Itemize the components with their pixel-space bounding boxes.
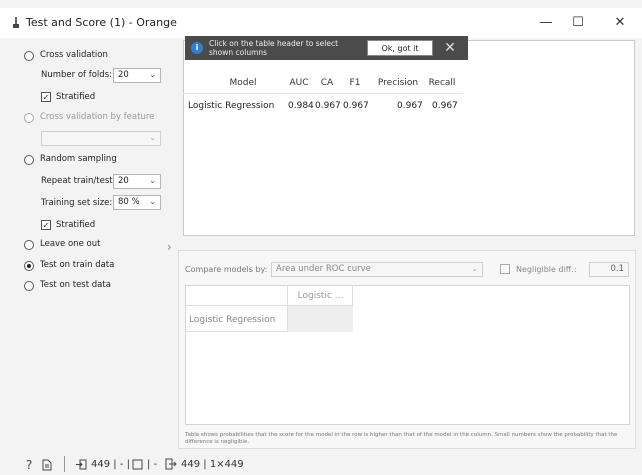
header-divider <box>183 93 463 94</box>
close-icon[interactable]: ✕ <box>441 39 459 57</box>
chevron-down-icon: ⌄ <box>149 176 156 185</box>
header-ca[interactable]: CA <box>314 78 340 88</box>
repeat-train-test-combo[interactable]: 20 ⌄ <box>113 174 161 189</box>
ok-got-it-button[interactable]: Ok, got it <box>367 40 433 56</box>
panel-splitter-handle[interactable]: › <box>167 240 172 254</box>
leave-one-out-label: Leave one out <box>40 239 101 249</box>
chevron-down-icon: ⌄ <box>149 133 156 142</box>
compare-models-value: Area under ROC curve <box>276 264 371 274</box>
stratified-label-2: Stratified <box>56 220 96 230</box>
header-model[interactable]: Model <box>203 78 283 88</box>
status-divider <box>64 456 65 472</box>
comparison-cell[interactable] <box>288 306 353 332</box>
results-table <box>183 40 635 236</box>
image-icon <box>132 459 143 470</box>
cross-validation-label: Cross validation <box>40 50 108 60</box>
output-icon <box>165 458 177 470</box>
minimize-button[interactable]: — <box>531 12 561 34</box>
random-sampling-label: Random sampling <box>40 154 117 164</box>
header-precision[interactable]: Precision <box>373 78 423 88</box>
notification-banner: i Click on the table header to select sh… <box>185 36 468 60</box>
info-icon: i <box>191 42 203 54</box>
test-on-train-data-label: Test on train data <box>40 260 115 270</box>
compare-models-label: Compare models by: <box>185 265 268 274</box>
chevron-down-icon: ⌄ <box>149 70 156 79</box>
cell-precision[interactable]: 0.967 <box>397 101 423 111</box>
feature-combo[interactable]: ⌄ <box>41 131 161 146</box>
header-auc[interactable]: AUC <box>286 78 312 88</box>
negligible-diff-input[interactable]: 0.1 <box>589 262 629 277</box>
negligible-diff-label: Negligible diff.: <box>516 265 577 274</box>
training-set-size-label: Training set size: <box>41 198 113 208</box>
number-of-folds-label: Number of folds: <box>41 70 112 80</box>
stratified-label-1: Stratified <box>56 92 96 102</box>
corner-cell <box>186 286 288 306</box>
stratified-checkbox-2[interactable]: ✓ <box>41 220 51 230</box>
header-recall[interactable]: Recall <box>425 78 459 88</box>
cross-validation-by-feature-label: Cross validation by feature <box>40 112 155 122</box>
training-set-size-value: 80 % <box>118 197 140 207</box>
random-sampling-radio[interactable] <box>24 155 34 165</box>
cell-model[interactable]: Logistic Regression <box>188 101 274 111</box>
number-of-folds-value: 20 <box>118 70 129 80</box>
test-on-test-data-label: Test on test data <box>40 280 111 290</box>
negligible-diff-checkbox[interactable] <box>500 264 510 274</box>
cell-recall[interactable]: 0.967 <box>432 101 458 111</box>
number-of-folds-combo[interactable]: 20 ⌄ <box>113 68 161 83</box>
cell-auc[interactable]: 0.984 <box>288 101 314 111</box>
window-title: Test and Score (1) - Orange <box>26 16 177 29</box>
input-summary: 449 | - | <box>91 459 130 470</box>
comparison-row-header[interactable]: Logistic Regression <box>189 315 275 325</box>
close-button[interactable]: ✕ <box>605 12 635 34</box>
cross-validation-radio[interactable] <box>24 51 34 61</box>
comparison-column-header[interactable]: Logistic ... <box>288 291 353 301</box>
status-separator: | - <box>147 459 158 470</box>
help-icon[interactable]: ? <box>26 458 32 472</box>
test-on-test-data-radio[interactable] <box>24 281 34 291</box>
repeat-train-test-label: Repeat train/test: <box>41 176 116 186</box>
repeat-train-test-value: 20 <box>118 176 129 186</box>
maximize-button[interactable]: ☐ <box>563 12 593 34</box>
cell-ca[interactable]: 0.967 <box>315 101 341 111</box>
compare-models-combo[interactable]: Area under ROC curve ⌄ <box>271 262 483 277</box>
notification-text: Click on the table header to select show… <box>209 39 339 57</box>
app-icon <box>13 17 19 28</box>
header-f1[interactable]: F1 <box>342 78 368 88</box>
training-set-size-combo[interactable]: 80 % ⌄ <box>113 195 161 210</box>
chevron-down-icon: ⌄ <box>149 197 156 206</box>
cross-validation-by-feature-radio[interactable] <box>24 113 34 123</box>
input-icon <box>76 459 87 470</box>
test-on-train-data-radio[interactable] <box>24 261 34 271</box>
report-icon[interactable] <box>42 459 52 471</box>
stratified-checkbox-1[interactable]: ✓ <box>41 92 51 102</box>
output-summary: 449 | 1×449 <box>181 459 244 470</box>
chevron-down-icon: ⌄ <box>471 264 478 273</box>
comparison-note: Table shows probabilities that the score… <box>185 432 618 445</box>
cell-f1[interactable]: 0.967 <box>343 101 369 111</box>
leave-one-out-radio[interactable] <box>24 240 34 250</box>
